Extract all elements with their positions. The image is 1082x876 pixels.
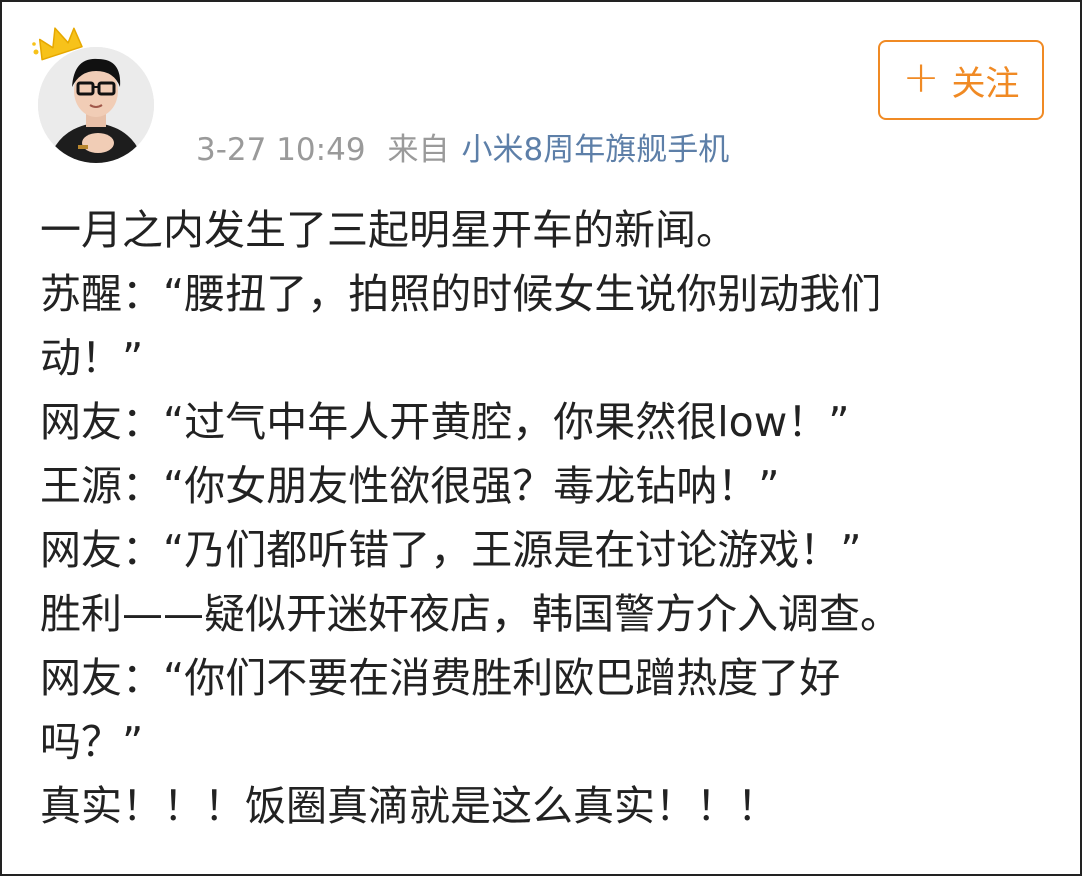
- content-line: 一月之内发生了三起明星开车的新闻。: [40, 206, 737, 254]
- from-label: 来自: [387, 132, 450, 168]
- post-source-link[interactable]: 小米8周年旗舰手机: [462, 132, 730, 168]
- post-content: 一月之内发生了三起明星开车的新闻。 苏醒：“腰扭了，拍照的时候女生说你别动我们 …: [40, 198, 1040, 838]
- content-line: 真实！！！饭圈真滴就是这么真实！！！: [40, 782, 778, 830]
- follow-button[interactable]: + 关注: [878, 40, 1044, 120]
- content-line: 胜利——疑似开迷奸夜店，韩国警方介入调查。: [40, 590, 901, 638]
- post-card: + 关注 3-27 10:49 来自 小米8周年旗舰手机 一月之内发生了三起明星开车…: [0, 0, 1082, 876]
- content-line: 网友：“你们不要在消费胜利欧巴蹭热度了好: [40, 654, 841, 702]
- content-line: 苏醒：“腰扭了，拍照的时候女生说你别动我们: [40, 270, 882, 318]
- follow-button-label: 关注: [951, 63, 1020, 104]
- plus-icon: +: [902, 52, 940, 103]
- avatar[interactable]: [38, 47, 154, 163]
- post-meta: 3-27 10:49 来自 小米8周年旗舰手机: [196, 124, 729, 169]
- avatar-image: [38, 47, 154, 163]
- content-line: 网友：“乃们都听错了，王源是在讨论游戏！”: [40, 526, 862, 574]
- post-timestamp: 3-27 10:49: [196, 132, 366, 168]
- crown-icon: [32, 27, 83, 61]
- content-line: 王源：“你女朋友性欲很强？毒龙钻呐！”: [40, 462, 780, 510]
- content-line: 吗？”: [40, 718, 144, 766]
- content-line: 网友：“过气中年人开黄腔，你果然很low！”: [40, 398, 850, 446]
- content-line: 动！”: [40, 334, 144, 382]
